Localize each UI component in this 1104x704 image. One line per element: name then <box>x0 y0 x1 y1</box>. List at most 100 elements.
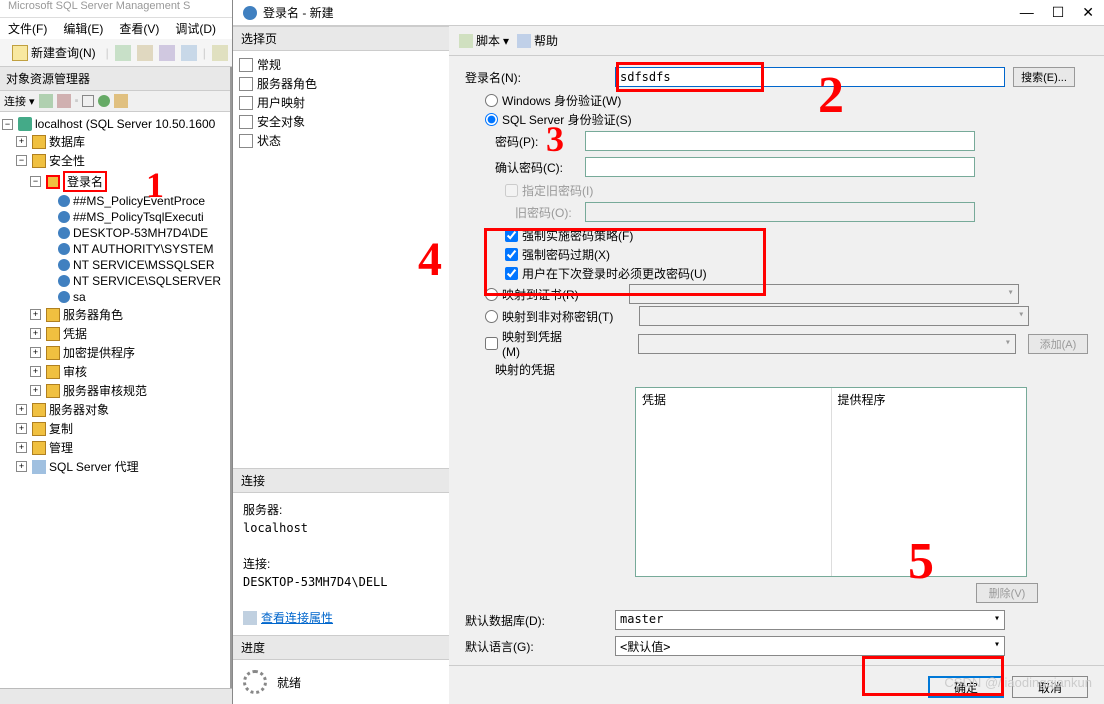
mapped-credentials-label: 映射的凭据 <box>465 361 585 378</box>
tree-databases[interactable]: +数据库 <box>2 132 228 151</box>
properties-icon <box>243 611 257 625</box>
explorer-tool-1[interactable] <box>39 94 53 108</box>
login-item[interactable]: NT SERVICE\MSSQLSER <box>2 257 228 273</box>
cert-dropdown <box>629 284 1019 304</box>
tree-credentials[interactable]: +凭据 <box>2 324 228 343</box>
new-login-dialog: 登录名 - 新建 — ☐ ✕ 选择页 常规 服务器角色 用户映射 安全对象 状态… <box>232 0 1104 704</box>
page-securables[interactable]: 安全对象 <box>237 112 445 131</box>
spinner-icon <box>243 670 267 694</box>
page-server-roles[interactable]: 服务器角色 <box>237 74 445 93</box>
toolbar-icon-5[interactable] <box>212 45 228 61</box>
menu-edit[interactable]: 编辑(E) <box>63 20 103 37</box>
windows-auth-radio[interactable]: Windows 身份验证(W) <box>465 92 1088 109</box>
old-password-input <box>585 202 975 222</box>
folder-icon <box>46 365 60 379</box>
login-item[interactable]: ##MS_PolicyTsqlExecuti <box>2 209 228 225</box>
folder-icon <box>46 175 60 189</box>
script-button[interactable]: 脚本 ▾ <box>459 32 509 49</box>
page-general[interactable]: 常规 <box>237 55 445 74</box>
confirm-password-input[interactable] <box>585 157 975 177</box>
folder-icon <box>32 441 46 455</box>
search-button[interactable]: 搜索(E)... <box>1013 67 1075 87</box>
refresh-icon[interactable] <box>98 95 110 107</box>
tree-audit[interactable]: +审核 <box>2 362 228 381</box>
default-db-dropdown[interactable]: master <box>615 610 1005 630</box>
toolbar-icon-4[interactable] <box>181 45 197 61</box>
enforce-policy-check[interactable]: 强制实施密码策略(F) <box>465 227 1088 244</box>
default-lang-label: 默认语言(G): <box>465 638 615 655</box>
explorer-tool-2[interactable] <box>57 94 71 108</box>
connection-value: DESKTOP-53MH7D4\DELL <box>243 573 439 591</box>
connect-dropdown[interactable]: 连接 ▾ <box>4 93 35 109</box>
tree-root[interactable]: − localhost (SQL Server 10.50.1600 <box>2 116 228 132</box>
help-button[interactable]: 帮助 <box>517 32 558 49</box>
tree-replication[interactable]: +复制 <box>2 419 228 438</box>
cred-dropdown <box>638 334 1016 354</box>
login-name-input[interactable] <box>615 67 1005 87</box>
object-explorer-panel: 对象资源管理器 连接 ▾ ▪ − localhost (SQL Server 1… <box>0 67 232 704</box>
user-icon <box>58 211 70 223</box>
must-change-check[interactable]: 用户在下次登录时必须更改密码(U) <box>465 265 1088 282</box>
scrollbar-stub[interactable] <box>0 688 232 704</box>
specify-old-password-check: 指定旧密码(I) <box>465 182 1088 199</box>
folder-icon <box>46 346 60 360</box>
login-item[interactable]: NT AUTHORITY\SYSTEM <box>2 241 228 257</box>
page-list: 常规 服务器角色 用户映射 安全对象 状态 <box>233 51 449 154</box>
new-query-icon <box>12 45 28 61</box>
close-button[interactable]: ✕ <box>1082 4 1094 21</box>
login-item[interactable]: ##MS_PolicyEventProce <box>2 193 228 209</box>
watermark: CSDN @/jiaodingqiankun <box>944 675 1092 690</box>
tree-logins[interactable]: −登录名 <box>2 170 228 193</box>
password-input[interactable] <box>585 131 975 151</box>
filter-icon[interactable] <box>82 95 94 107</box>
page-status[interactable]: 状态 <box>237 131 445 150</box>
tree-server-objects[interactable]: +服务器对象 <box>2 400 228 419</box>
menu-debug[interactable]: 调试(D) <box>175 20 216 37</box>
tree-crypto[interactable]: +加密提供程序 <box>2 343 228 362</box>
dialog-titlebar[interactable]: 登录名 - 新建 — ☐ ✕ <box>233 0 1104 26</box>
dialog-title-text: 登录名 - 新建 <box>263 4 334 21</box>
server-value: localhost <box>243 519 439 537</box>
map-cert-radio[interactable]: 映射到证书(R) <box>465 284 1088 304</box>
folder-icon <box>32 135 46 149</box>
tree-security[interactable]: −安全性 <box>2 151 228 170</box>
new-query-button[interactable]: 新建查询(N) <box>8 42 100 63</box>
enforce-expiration-check[interactable]: 强制密码过期(X) <box>465 246 1088 263</box>
dialog-form-area: 脚本 ▾ 帮助 登录名(N): 搜索(E)... Windows 身份验证(W)… <box>449 26 1104 704</box>
menu-file[interactable]: 文件(F) <box>8 20 47 37</box>
toolbar-icon-3[interactable] <box>159 45 175 61</box>
maximize-button[interactable]: ☐ <box>1052 4 1065 21</box>
page-user-mapping[interactable]: 用户映射 <box>237 93 445 112</box>
explorer-tool-3[interactable] <box>114 94 128 108</box>
page-icon <box>239 115 253 129</box>
select-page-header: 选择页 <box>233 26 449 51</box>
map-asym-radio[interactable]: 映射到非对称密钥(T) <box>465 306 1088 326</box>
tree-management[interactable]: +管理 <box>2 438 228 457</box>
password-label: 密码(P): <box>465 133 585 150</box>
credentials-list[interactable]: 凭据 提供程序 <box>635 387 1027 577</box>
tree-audit-spec[interactable]: +服务器审核规范 <box>2 381 228 400</box>
menu-view[interactable]: 查看(V) <box>119 20 159 37</box>
map-cred-check[interactable]: 映射到凭据(M)添加(A) <box>465 328 1088 359</box>
remove-button: 删除(V) <box>976 583 1038 603</box>
toolbar-icon-1[interactable] <box>115 45 131 61</box>
folder-icon <box>46 384 60 398</box>
view-connection-link[interactable]: 查看连接属性 <box>261 609 333 627</box>
explorer-toolbar: 连接 ▾ ▪ <box>0 91 230 112</box>
default-lang-dropdown[interactable]: <默认值> <box>615 636 1005 656</box>
login-item[interactable]: sa <box>2 289 228 305</box>
minimize-button[interactable]: — <box>1020 4 1034 21</box>
object-tree[interactable]: − localhost (SQL Server 10.50.1600 +数据库 … <box>0 112 230 704</box>
login-item[interactable]: DESKTOP-53MH7D4\DE <box>2 225 228 241</box>
tree-agent[interactable]: +SQL Server 代理 <box>2 457 228 476</box>
page-icon <box>239 134 253 148</box>
toolbar-icon-2[interactable] <box>137 45 153 61</box>
user-icon <box>58 243 70 255</box>
login-item[interactable]: NT SERVICE\SQLSERVER <box>2 273 228 289</box>
sql-auth-radio[interactable]: SQL Server 身份验证(S) <box>465 111 1088 128</box>
collapse-icon[interactable]: − <box>2 119 13 130</box>
confirm-password-label: 确认密码(C): <box>465 159 585 176</box>
tree-server-roles[interactable]: +服务器角色 <box>2 305 228 324</box>
user-icon <box>58 259 70 271</box>
page-icon <box>239 77 253 91</box>
